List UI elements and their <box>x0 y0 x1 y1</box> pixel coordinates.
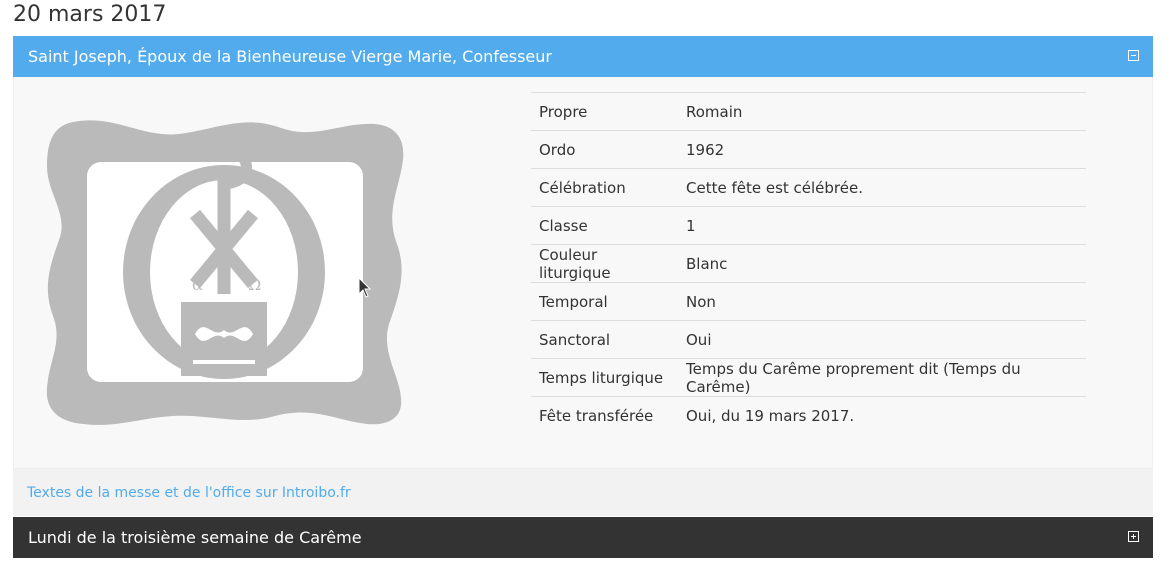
celebration-panel-saint-joseph: Saint Joseph, Époux de la Bienheureuse V… <box>13 36 1153 516</box>
detail-label: Fête transférée <box>531 396 678 435</box>
collapse-icon[interactable] <box>1128 50 1139 61</box>
detail-label: Ordo <box>531 130 678 169</box>
celebration-footer: Textes de la messe et de l'office sur In… <box>13 468 1153 516</box>
svg-text:Ω: Ω <box>248 275 261 294</box>
table-row: Fête transférée Oui, du 19 mars 2017. <box>531 396 1086 435</box>
celebration-header-lundi[interactable]: Lundi de la troisième semaine de Carême <box>13 517 1153 558</box>
celebration-panel-lundi: Lundi de la troisième semaine de Carême <box>13 517 1153 558</box>
detail-value: Cette fête est célébrée. <box>678 168 1086 207</box>
table-row: Classe 1 <box>531 206 1086 245</box>
svg-text:α: α <box>192 275 203 294</box>
detail-value: 1 <box>678 206 1086 245</box>
detail-label: Temps liturgique <box>531 358 678 397</box>
page-date-title: 20 mars 2017 <box>13 2 167 27</box>
detail-value: Oui, du 19 mars 2017. <box>678 396 1086 435</box>
table-row: Célébration Cette fête est célébrée. <box>531 168 1086 207</box>
detail-value: Romain <box>678 92 1086 131</box>
detail-value: Oui <box>678 320 1086 359</box>
table-row: Temps liturgique Temps du Carême proprem… <box>531 358 1086 397</box>
expand-icon[interactable] <box>1128 531 1139 542</box>
table-row: Propre Romain <box>531 92 1086 131</box>
detail-label: Couleur liturgique <box>531 244 678 283</box>
table-row: Ordo 1962 <box>531 130 1086 169</box>
chi-rho-omega-frame-icon: α Ω <box>46 120 404 425</box>
detail-value: Temps du Carême proprement dit (Temps du… <box>678 358 1086 397</box>
mouse-cursor-icon <box>358 277 372 298</box>
detail-label: Célébration <box>531 168 678 207</box>
celebration-title: Lundi de la troisième semaine de Carême <box>28 528 362 547</box>
detail-value: Blanc <box>678 244 1086 283</box>
introibo-texts-link[interactable]: Textes de la messe et de l'office sur In… <box>27 485 351 501</box>
celebration-details-table: Propre Romain Ordo 1962 Célébration Cett… <box>531 92 1086 435</box>
celebration-title: Saint Joseph, Époux de la Bienheureuse V… <box>28 47 552 66</box>
detail-label: Sanctoral <box>531 320 678 359</box>
table-row: Couleur liturgique Blanc <box>531 244 1086 283</box>
detail-label: Temporal <box>531 282 678 321</box>
table-row: Sanctoral Oui <box>531 320 1086 359</box>
detail-value: 1962 <box>678 130 1086 169</box>
celebration-header-saint-joseph[interactable]: Saint Joseph, Époux de la Bienheureuse V… <box>13 36 1153 77</box>
detail-value: Non <box>678 282 1086 321</box>
detail-label: Propre <box>531 92 678 131</box>
detail-label: Classe <box>531 206 678 245</box>
table-row: Temporal Non <box>531 282 1086 321</box>
